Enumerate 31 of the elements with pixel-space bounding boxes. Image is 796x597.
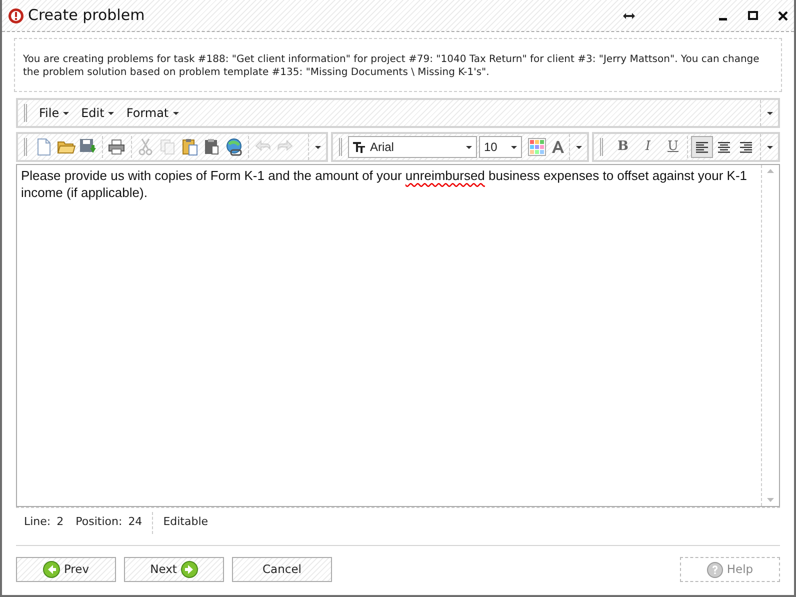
- close-icon[interactable]: [778, 10, 788, 20]
- mode-label: Editable: [163, 514, 208, 530]
- align-center-icon[interactable]: [717, 140, 731, 154]
- font-size-dropdown[interactable]: 10: [478, 136, 522, 158]
- italic-button[interactable]: I: [637, 136, 659, 158]
- position-value: 24: [128, 514, 142, 530]
- maximize-icon[interactable]: [748, 10, 758, 20]
- help-icon: [706, 562, 723, 578]
- resize-icon[interactable]: [623, 12, 635, 20]
- font-icon: [352, 141, 365, 153]
- align-left-icon[interactable]: [695, 140, 709, 154]
- next-button[interactable]: Next: [124, 557, 224, 582]
- info-text: You are creating problems for task #188: "Get client information" for project #79: "1040 Tax Return" for client #3: "Jerry Mattson". You can change the problem solution based on problem template #135: "Missing Documents \ Missing K-1's".: [14, 38, 782, 92]
- position-label: Position:: [76, 514, 122, 530]
- font-dropdown[interactable]: Arial: [348, 136, 477, 158]
- color-grid-button[interactable]: [526, 136, 548, 158]
- align-right-icon[interactable]: [739, 140, 753, 154]
- app-logo-icon: [8, 8, 24, 24]
- menu-item[interactable]: File: [33, 104, 76, 122]
- letter-a-icon: [551, 140, 566, 154]
- prev-button[interactable]: Prev: [16, 557, 116, 582]
- bold-button[interactable]: B: [612, 136, 634, 158]
- menu-item[interactable]: Edit: [75, 104, 120, 122]
- align-left-button[interactable]: [691, 136, 713, 158]
- menu-item[interactable]: Format: [120, 104, 185, 122]
- cancel-button[interactable]: Cancel: [232, 557, 332, 582]
- line-label: Line:: [24, 514, 51, 530]
- underline-button[interactable]: U: [662, 136, 684, 158]
- line-value: 2: [56, 514, 64, 530]
- color-grid-icon: [528, 138, 546, 156]
- window-title: Create problem: [28, 5, 145, 26]
